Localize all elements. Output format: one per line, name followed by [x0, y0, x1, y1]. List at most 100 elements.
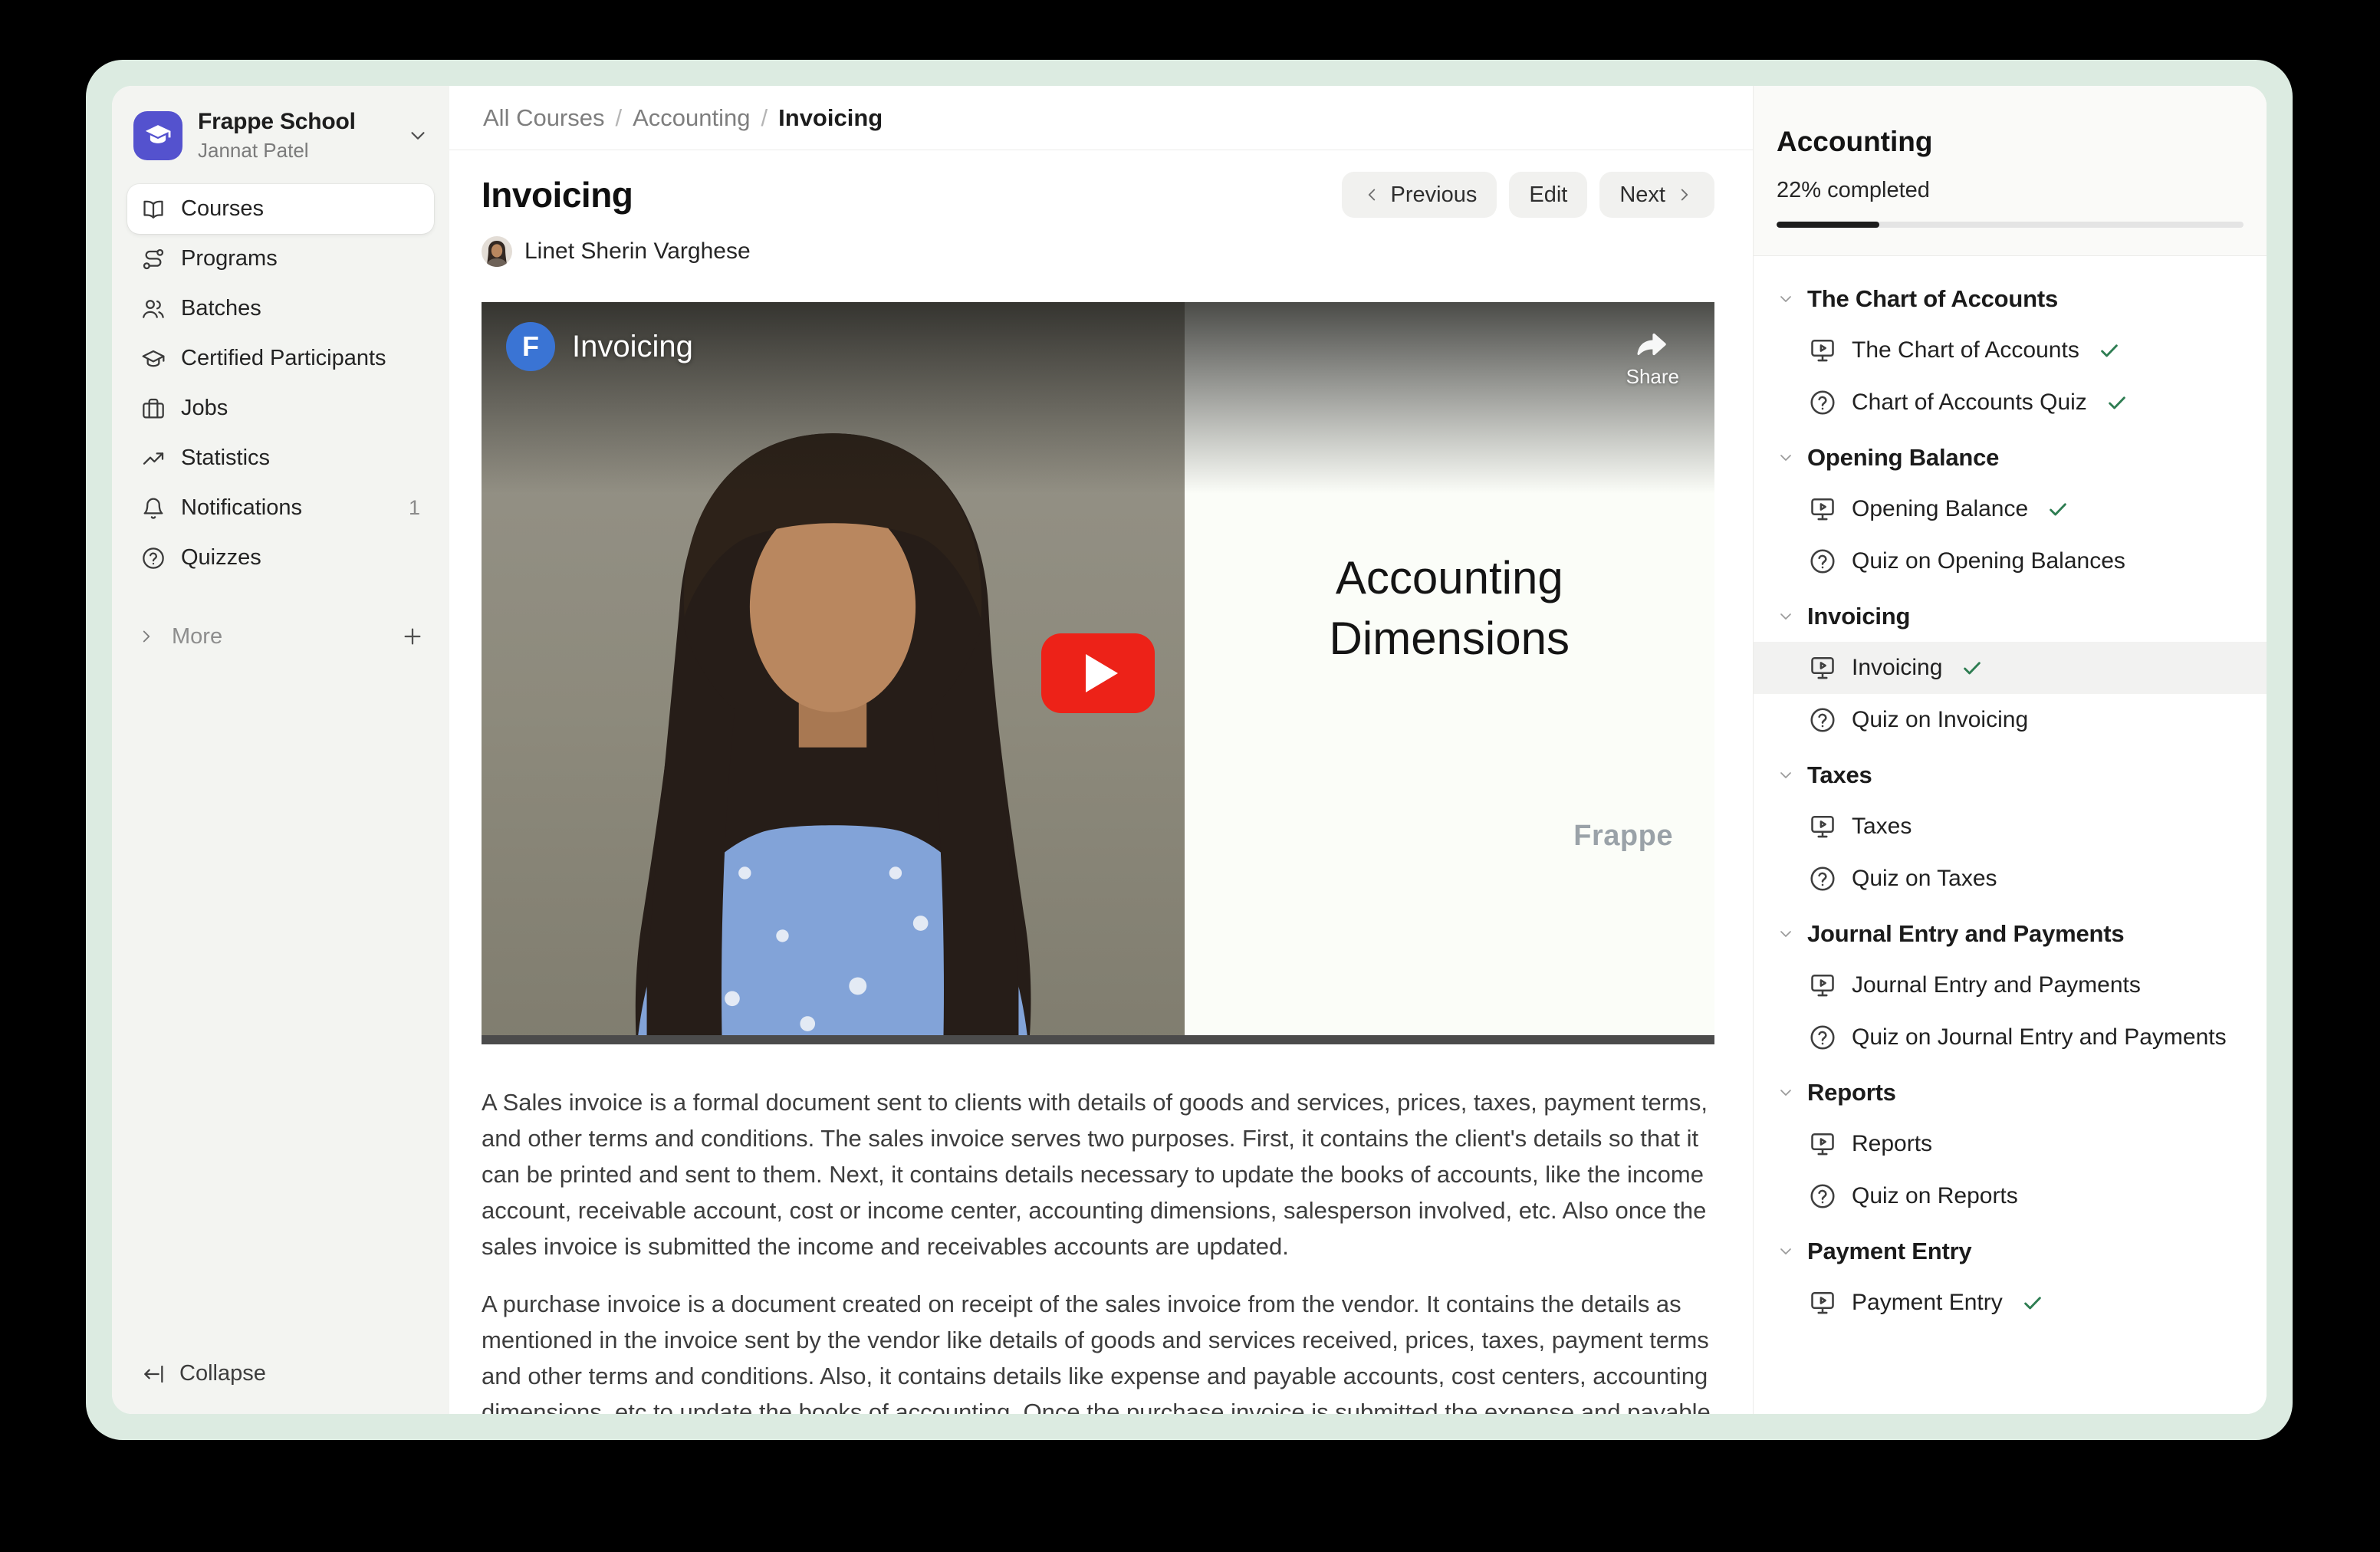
lesson-row[interactable]: The Chart of Accounts [1754, 324, 2267, 376]
edit-label: Edit [1529, 182, 1567, 208]
lesson-label: Chart of Accounts Quiz [1852, 390, 2087, 416]
sidebar-item-quizzes[interactable]: Quizzes [127, 533, 434, 583]
workspace-info: Frappe School Jannat Patel [198, 109, 356, 163]
sidebar-item-label: Statistics [181, 446, 270, 471]
chevron-right-icon [1675, 185, 1695, 205]
video-title-overlay[interactable]: Invoicing [572, 330, 693, 364]
breadcrumb-all-courses[interactable]: All Courses [483, 104, 605, 132]
course-progress-header: Accounting 22% completed [1754, 86, 2267, 256]
lesson-row[interactable]: Quiz on Opening Balances [1754, 535, 2267, 587]
lesson-nav-buttons: Previous Edit Next [1342, 172, 1714, 218]
video-lesson-icon [1809, 813, 1836, 840]
workspace-switcher[interactable]: Frappe School Jannat Patel [112, 86, 449, 181]
author-row: Linet Sherin Varghese [482, 236, 1714, 267]
chevron-down-icon [1777, 290, 1795, 308]
lesson-row[interactable]: Chart of Accounts Quiz [1754, 376, 2267, 429]
check-icon [2098, 339, 2121, 362]
sidebar-nav: Courses Programs Batches Certified Parti… [112, 181, 449, 583]
breadcrumb-separator: / [761, 104, 768, 132]
chevron-down-icon[interactable] [406, 124, 429, 147]
chapter: Payment Entry Payment Entry [1754, 1222, 2267, 1329]
app-window-frame: Frappe School Jannat Patel Courses Progr… [86, 60, 2293, 1440]
next-button[interactable]: Next [1599, 172, 1714, 218]
video-lesson-icon [1809, 972, 1836, 999]
lesson-paragraph: A Sales invoice is a formal document sen… [482, 1084, 1714, 1264]
share-button[interactable]: Share [1626, 325, 1679, 389]
chapter-header[interactable]: The Chart of Accounts [1754, 270, 2267, 324]
sidebar-item-courses[interactable]: Courses [127, 184, 434, 234]
chapter-header[interactable]: Taxes [1754, 746, 2267, 801]
chapter: Invoicing Invoicing Quiz on Invoicing [1754, 587, 2267, 746]
video-lesson-icon [1809, 1130, 1836, 1158]
chapter-title: Payment Entry [1807, 1238, 1971, 1265]
previous-button[interactable]: Previous [1342, 172, 1497, 218]
check-icon [2021, 1291, 2044, 1314]
lesson-row[interactable]: Quiz on Invoicing [1754, 694, 2267, 746]
chapter-header[interactable]: Payment Entry [1754, 1222, 2267, 1277]
book-open-icon [141, 197, 166, 222]
lesson-label: Quiz on Taxes [1852, 866, 1997, 892]
lesson-row-active[interactable]: Invoicing [1754, 642, 2267, 694]
video-progress-bar[interactable] [482, 1035, 1714, 1044]
chapter-header[interactable]: Invoicing [1754, 587, 2267, 642]
plus-icon[interactable] [400, 624, 425, 649]
video-lesson-icon [1809, 654, 1836, 682]
lesson-row[interactable]: Journal Entry and Payments [1754, 959, 2267, 1011]
lesson-row[interactable]: Quiz on Taxes [1754, 853, 2267, 905]
lesson-row[interactable]: Quiz on Reports [1754, 1170, 2267, 1222]
chevron-down-icon [1777, 607, 1795, 626]
chapter-title: Taxes [1807, 761, 1872, 789]
sidebar-item-batches[interactable]: Batches [127, 284, 434, 334]
chapter-header[interactable]: Opening Balance [1754, 429, 2267, 483]
chapter-header[interactable]: Journal Entry and Payments [1754, 905, 2267, 959]
briefcase-icon [141, 396, 166, 421]
lesson-label: Quiz on Invoicing [1852, 707, 2028, 733]
check-icon [1961, 656, 1984, 679]
breadcrumb-accounting[interactable]: Accounting [633, 104, 750, 132]
lesson-row[interactable]: Quiz on Journal Entry and Payments [1754, 1011, 2267, 1064]
lesson-label: Quiz on Opening Balances [1852, 548, 2125, 574]
play-button[interactable] [1041, 633, 1155, 713]
presenter-figure [544, 396, 1123, 1044]
chevron-down-icon [1777, 1242, 1795, 1261]
collapse-label: Collapse [179, 1361, 266, 1386]
app-window: Frappe School Jannat Patel Courses Progr… [112, 86, 2267, 1414]
chevron-down-icon [1777, 766, 1795, 784]
graduation-cap-icon [141, 347, 166, 371]
sidebar-item-statistics[interactable]: Statistics [127, 433, 434, 483]
quiz-icon [1809, 1182, 1836, 1210]
sidebar-collapse-button[interactable]: Collapse [112, 1343, 449, 1414]
video-player[interactable]: Accounting Dimensions Frappe F Invoicing [482, 302, 1714, 1044]
sidebar-more-toggle[interactable]: More [127, 613, 434, 659]
sidebar-item-label: Jobs [181, 396, 228, 421]
sidebar-item-notifications[interactable]: Notifications 1 [127, 483, 434, 533]
chapter: Taxes Taxes Quiz on Taxes [1754, 746, 2267, 905]
slide-title: Accounting Dimensions [1330, 547, 1570, 669]
chapter-header[interactable]: Reports [1754, 1064, 2267, 1118]
sidebar-item-label: Batches [181, 296, 261, 321]
lesson-row[interactable]: Reports [1754, 1118, 2267, 1170]
chapter-title: Journal Entry and Payments [1807, 920, 2124, 948]
author-avatar [482, 236, 512, 267]
sidebar-item-programs[interactable]: Programs [127, 234, 434, 284]
course-outline-panel: Accounting 22% completed The Chart of Ac… [1753, 86, 2267, 1414]
chapter-title: The Chart of Accounts [1807, 285, 2058, 313]
sidebar-item-jobs[interactable]: Jobs [127, 383, 434, 433]
route-icon [141, 247, 166, 271]
edit-button[interactable]: Edit [1509, 172, 1587, 218]
course-progress-fill [1777, 222, 1879, 228]
lesson-label: Reports [1852, 1131, 1932, 1157]
lesson-row[interactable]: Opening Balance [1754, 483, 2267, 535]
graduation-cap-icon [143, 121, 173, 150]
channel-avatar[interactable]: F [506, 322, 555, 371]
play-icon [1086, 654, 1118, 692]
lesson-row[interactable]: Payment Entry [1754, 1277, 2267, 1329]
collapse-sidebar-icon [141, 1362, 166, 1386]
next-label: Next [1619, 182, 1665, 208]
share-label: Share [1626, 365, 1679, 389]
previous-label: Previous [1391, 182, 1478, 208]
lesson-row[interactable]: Taxes [1754, 801, 2267, 853]
help-circle-icon [141, 546, 166, 570]
lesson-label: Journal Entry and Payments [1852, 972, 2141, 998]
sidebar-item-certified-participants[interactable]: Certified Participants [127, 334, 434, 383]
